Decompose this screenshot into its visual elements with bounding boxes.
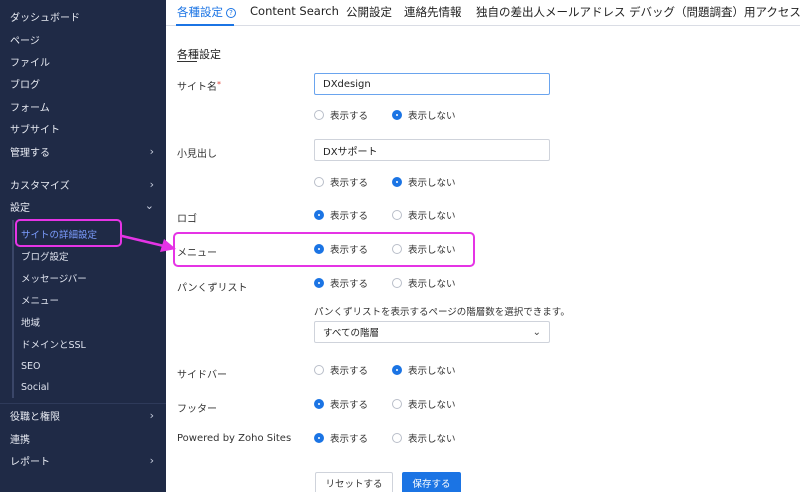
tab-publish-settings[interactable]: 公開設定 <box>346 4 392 20</box>
radio-selected-icon <box>392 110 403 120</box>
sidebar-item-manage[interactable]: 管理する › <box>0 141 166 161</box>
sidebar-item-files[interactable]: ファイル <box>0 51 166 71</box>
sidebar: ダッシュボード ページ ファイル ブログ フォーム サブサイト 管理する › カス… <box>0 0 166 492</box>
breadcrumb-depth-select[interactable]: すべての階層 ⌄ <box>314 321 550 343</box>
radio-icon <box>314 365 324 375</box>
chevron-right-icon: › <box>149 145 154 158</box>
subtitle-show-option[interactable]: 表示する <box>314 175 368 189</box>
section-title-underline <box>177 61 197 62</box>
breadcrumb-hide-option[interactable]: 表示しない <box>392 276 456 290</box>
radio-selected-icon <box>314 399 324 409</box>
subtitle-input[interactable] <box>314 139 550 161</box>
radio-selected-icon <box>314 210 324 220</box>
breadcrumb-label: パンくずリスト <box>177 283 248 294</box>
site-name-input[interactable] <box>314 73 550 95</box>
site-name-hide-option[interactable]: 表示しない <box>392 108 456 122</box>
powered-by-show-option[interactable]: 表示する <box>314 431 368 445</box>
chevron-right-icon: › <box>149 178 154 191</box>
menu-hide-option[interactable]: 表示しない <box>392 242 456 256</box>
radio-icon <box>314 110 324 120</box>
sidebar-item-roles-permissions[interactable]: 役職と権限 › <box>0 405 166 425</box>
reset-button[interactable]: リセットする <box>315 472 393 492</box>
sidebar-item-customize[interactable]: カスタマイズ › <box>0 174 166 194</box>
radio-icon <box>392 399 403 409</box>
sidebar-setting-label: サイドバー <box>177 370 227 381</box>
subtitle-hide-option[interactable]: 表示しない <box>392 175 456 189</box>
powered-by-label: Powered by Zoho Sites <box>177 433 292 444</box>
sidebar-item-blog[interactable]: ブログ <box>0 73 166 93</box>
logo-show-option[interactable]: 表示する <box>314 208 368 222</box>
powered-by-hide-option[interactable]: 表示しない <box>392 431 456 445</box>
section-title: 各種設定 <box>177 48 221 61</box>
radio-selected-icon <box>392 177 403 187</box>
sidebar-hide-option[interactable]: 表示しない <box>392 363 456 377</box>
radio-icon <box>392 433 403 443</box>
footer-label: フッター <box>177 404 217 415</box>
sidebar-item-dashboard[interactable]: ダッシュボード <box>0 6 166 26</box>
logo-label: ロゴ <box>177 214 197 225</box>
sidebar-item-forms[interactable]: フォーム <box>0 96 166 116</box>
menu-label: メニュー <box>177 248 217 259</box>
sidebar-item-region[interactable]: 地域 <box>0 312 166 332</box>
sidebar-item-settings[interactable]: 設定 ⌄ <box>0 196 166 216</box>
tab-content-search[interactable]: Content Search <box>250 4 339 18</box>
required-mark: * <box>217 80 221 89</box>
active-tab-indicator <box>176 24 234 26</box>
radio-icon <box>392 210 403 220</box>
sidebar-item-integrations[interactable]: 連携 <box>0 428 166 448</box>
radio-selected-icon <box>314 278 324 288</box>
chevron-down-icon: ⌄ <box>532 326 541 338</box>
breadcrumb-helper-text: パンくずリストを表示するページの階層数を選択できます。 <box>314 307 570 318</box>
site-name-label: サイト名* <box>177 80 221 93</box>
menu-show-option[interactable]: 表示する <box>314 242 368 256</box>
site-name-visibility: 表示する 表示しない <box>314 108 456 122</box>
powered-by-visibility: 表示する 表示しない <box>314 431 456 445</box>
sidebar-show-option[interactable]: 表示する <box>314 363 368 377</box>
menu-visibility: 表示する 表示しない <box>314 242 456 256</box>
breadcrumb-visibility: 表示する 表示しない <box>314 276 456 290</box>
sidebar-item-blog-settings[interactable]: ブログ設定 <box>0 246 166 266</box>
sidebar-item-social[interactable]: Social <box>0 377 166 397</box>
help-icon[interactable]: ? <box>226 8 236 18</box>
radio-selected-icon <box>314 433 324 443</box>
site-name-show-option[interactable]: 表示する <box>314 108 368 122</box>
chevron-right-icon: › <box>149 454 154 467</box>
radio-selected-icon <box>314 244 324 254</box>
radio-selected-icon <box>392 365 403 375</box>
footer-hide-option[interactable]: 表示しない <box>392 397 456 411</box>
save-button[interactable]: 保存する <box>402 472 461 492</box>
tab-debug-access[interactable]: デバッグ（問題調査）用アクセス <box>629 4 800 20</box>
sidebar-item-subsites[interactable]: サブサイト <box>0 118 166 138</box>
sidebar-item-message-bar[interactable]: メッセージバー <box>0 268 166 288</box>
footer-visibility: 表示する 表示しない <box>314 397 456 411</box>
subtitle-label: 小見出し <box>177 149 217 160</box>
sidebar-item-menu[interactable]: メニュー <box>0 290 166 310</box>
sidebar-item-reports[interactable]: レポート › <box>0 450 166 470</box>
sidebar-visibility: 表示する 表示しない <box>314 363 456 377</box>
tab-general-settings[interactable]: 各種設定? <box>177 4 236 20</box>
chevron-right-icon: › <box>149 409 154 422</box>
sidebar-divider <box>0 403 166 404</box>
radio-icon <box>392 244 403 254</box>
sidebar-item-seo[interactable]: SEO <box>0 356 166 376</box>
sidebar-item-site-advanced-settings[interactable]: サイトの詳細設定 <box>0 224 166 244</box>
sidebar-item-domain-ssl[interactable]: ドメインとSSL <box>0 334 166 354</box>
tab-custom-sender-email[interactable]: 独自の差出人メールアドレス <box>476 4 626 20</box>
chevron-down-icon: ⌄ <box>144 199 154 212</box>
logo-visibility: 表示する 表示しない <box>314 208 456 222</box>
footer-show-option[interactable]: 表示する <box>314 397 368 411</box>
radio-icon <box>314 177 324 187</box>
subtitle-visibility: 表示する 表示しない <box>314 175 456 189</box>
logo-hide-option[interactable]: 表示しない <box>392 208 456 222</box>
radio-icon <box>392 278 403 288</box>
sidebar-item-pages[interactable]: ページ <box>0 29 166 49</box>
tab-contact-info[interactable]: 連絡先情報 <box>404 4 462 20</box>
breadcrumb-show-option[interactable]: 表示する <box>314 276 368 290</box>
